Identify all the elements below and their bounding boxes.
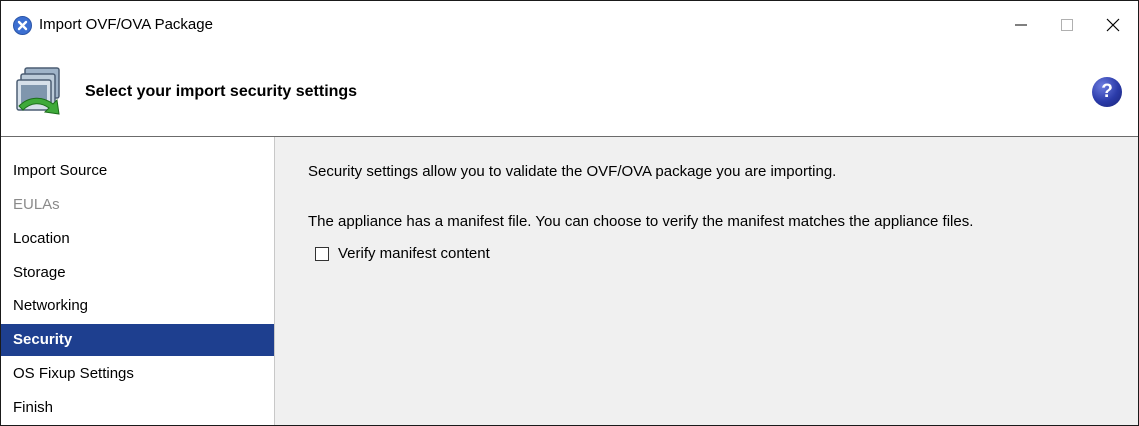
- sidebar-item-location[interactable]: Location: [1, 223, 274, 255]
- window-title: Import OVF/OVA Package: [39, 16, 213, 33]
- verify-manifest-option[interactable]: Verify manifest content: [315, 245, 490, 262]
- security-settings-panel: Security settings allow you to validate …: [275, 137, 1138, 425]
- verify-manifest-label[interactable]: Verify manifest content: [338, 245, 490, 262]
- verify-manifest-checkbox[interactable]: [315, 246, 329, 261]
- security-description: Security settings allow you to validate …: [308, 163, 837, 180]
- help-icon[interactable]: ?: [1092, 77, 1122, 107]
- close-button[interactable]: [1090, 1, 1136, 49]
- page-title: Select your import security settings: [85, 83, 358, 100]
- close-icon: [1106, 18, 1120, 32]
- wizard-step-list: Import Source EULAs Location Storage Net…: [1, 137, 275, 425]
- sidebar-item-import-source[interactable]: Import Source: [1, 155, 274, 187]
- maximize-icon: [1061, 19, 1073, 31]
- import-package-icon: [15, 66, 65, 125]
- import-ovf-window: Import OVF/OVA Package Select your impor…: [0, 0, 1139, 426]
- maximize-button[interactable]: [1044, 1, 1090, 49]
- sidebar-item-storage[interactable]: Storage: [1, 257, 274, 289]
- minimize-button[interactable]: [998, 1, 1044, 49]
- sidebar-item-security[interactable]: Security: [1, 324, 274, 356]
- wizard-header: Select your import security settings ?: [1, 50, 1138, 137]
- app-icon: [13, 16, 32, 35]
- sidebar-item-finish[interactable]: Finish: [1, 392, 274, 424]
- sidebar-item-os-fixup-settings[interactable]: OS Fixup Settings: [1, 358, 274, 390]
- manifest-description: The appliance has a manifest file. You c…: [308, 213, 974, 230]
- sidebar-item-eulas: EULAs: [13, 196, 60, 213]
- title-bar: Import OVF/OVA Package: [1, 1, 1138, 49]
- sidebar-item-networking[interactable]: Networking: [1, 290, 274, 322]
- minimize-icon: [1015, 24, 1027, 26]
